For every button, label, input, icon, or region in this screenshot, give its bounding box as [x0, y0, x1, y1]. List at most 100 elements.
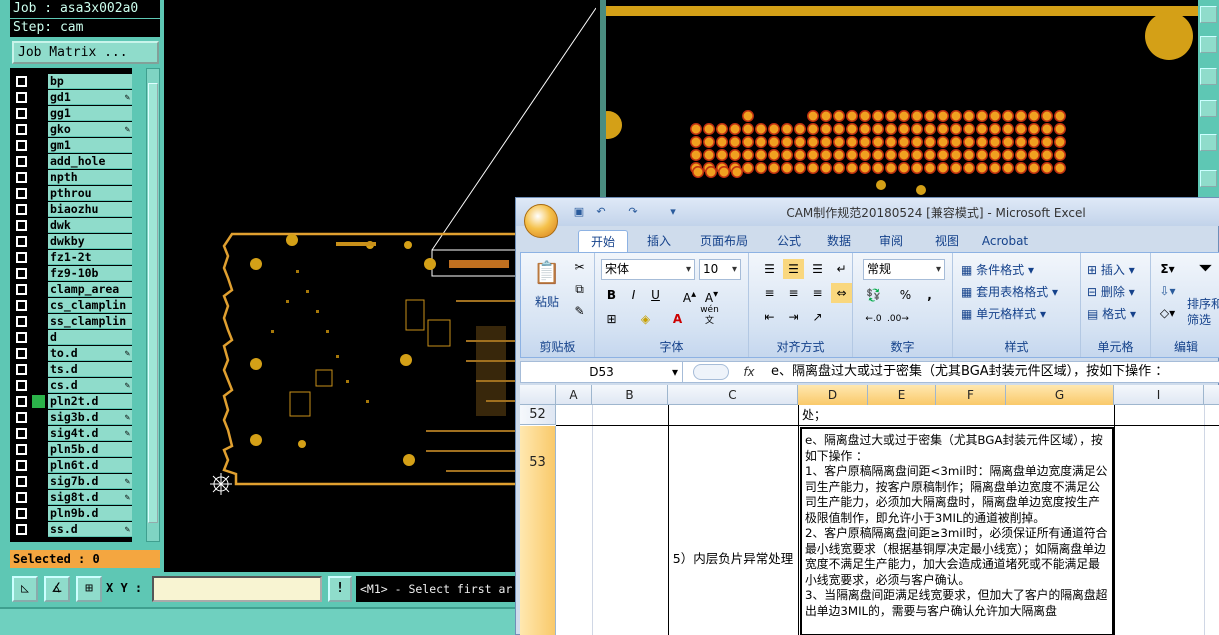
layer-list[interactable]: bp gd1 ✎ gg1 gko ✎ gm1 add_hole npth pthrou biaozh… [10, 68, 132, 542]
layer-checkbox[interactable] [16, 300, 27, 311]
layer-name[interactable]: pln6t.d [48, 458, 132, 473]
align-bottom-icon[interactable]: ☰ [807, 259, 828, 279]
column-header-C[interactable]: C [668, 385, 798, 405]
layer-row[interactable]: fz1-2t [10, 250, 132, 265]
layer-checkbox[interactable] [16, 188, 27, 199]
layer-name[interactable]: sig4t.d ✎ [48, 426, 132, 441]
layer-active-indicator[interactable] [32, 411, 45, 424]
layer-row[interactable]: ts.d [10, 362, 132, 377]
tool-button-3[interactable] [1200, 68, 1217, 85]
number-format-select[interactable]: 常规 [863, 259, 945, 280]
layer-name[interactable]: fz1-2t [48, 250, 132, 265]
layer-checkbox[interactable] [16, 284, 27, 295]
layer-checkbox[interactable] [16, 460, 27, 471]
layer-name[interactable]: ss.d ✎ [48, 522, 132, 537]
align-middle-icon[interactable]: ☰ [783, 259, 804, 279]
autosum-icon[interactable]: Σ▾ [1157, 259, 1178, 279]
layer-active-indicator[interactable] [32, 459, 45, 472]
layer-checkbox[interactable] [16, 76, 27, 87]
layer-checkbox[interactable] [16, 492, 27, 503]
redo-icon[interactable]: ↷ [626, 205, 640, 219]
name-box-dropdown-icon[interactable]: ▾ [672, 362, 678, 382]
layer-checkbox[interactable] [16, 476, 27, 487]
layer-active-indicator[interactable] [32, 235, 45, 248]
layer-active-indicator[interactable] [32, 395, 45, 408]
layer-active-indicator[interactable] [32, 139, 45, 152]
layer-row[interactable]: pln9b.d [10, 506, 132, 521]
column-header-D[interactable]: D [798, 385, 868, 405]
layer-name[interactable]: clamp_area [48, 282, 132, 297]
layer-name[interactable]: dwk [48, 218, 132, 233]
fill-color-icon[interactable]: ◈ [635, 309, 656, 329]
tool-button-2[interactable] [1200, 36, 1217, 53]
filter-label[interactable]: 筛选 [1187, 311, 1211, 328]
layer-name[interactable]: sig7b.d ✎ [48, 474, 132, 489]
layer-name[interactable]: sig8t.d ✎ [48, 490, 132, 505]
layer-name[interactable]: pln9b.d [48, 506, 132, 521]
layer-name[interactable]: cs_clamplin [48, 298, 132, 313]
layer-name[interactable]: sig3b.d ✎ [48, 410, 132, 425]
layer-name[interactable]: ts.d [48, 362, 132, 377]
decrease-indent-icon[interactable]: ⇤ [759, 307, 780, 327]
shrink-font-icon[interactable]: A▾ [701, 285, 722, 305]
layer-name[interactable]: dwkby [48, 234, 132, 249]
name-box[interactable]: D53 ▾ [521, 362, 683, 382]
xy-input[interactable] [152, 576, 322, 602]
layer-active-indicator[interactable] [32, 363, 45, 376]
select-all-corner[interactable] [520, 385, 556, 405]
format-as-table-button[interactable]: ▦ 套用表格格式 ▾ [961, 283, 1058, 300]
merge-icon[interactable]: ⇔ [831, 283, 852, 303]
insert-button[interactable]: ⊞ 插入 ▾ [1087, 261, 1135, 278]
layer-active-indicator[interactable] [32, 203, 45, 216]
undo-icon[interactable]: ↶ [594, 205, 608, 219]
clear-icon[interactable]: ◇▾ [1157, 303, 1178, 323]
align-left-icon[interactable]: ≡ [759, 283, 780, 303]
layer-name[interactable]: pthrou [48, 186, 132, 201]
layer-row[interactable]: cs.d ✎ [10, 378, 132, 393]
tool-button-4[interactable] [1200, 100, 1217, 117]
layer-checkbox[interactable] [16, 444, 27, 455]
increase-decimal-icon[interactable]: ←.0 [863, 309, 884, 329]
layer-checkbox[interactable] [16, 396, 27, 407]
layer-row[interactable]: fz9-10b [10, 266, 132, 281]
wrap-text-icon[interactable]: ↵ [831, 259, 852, 279]
save-icon[interactable]: ▣ [572, 205, 586, 219]
format-button[interactable]: ▤ 格式 ▾ [1087, 305, 1136, 322]
border-icon[interactable]: ⊞ [601, 309, 622, 329]
tab-2[interactable]: 页面布局 [686, 230, 762, 252]
insert-function-icon[interactable]: fx [737, 362, 761, 382]
sort-filter-icon[interactable]: ⏷ [1195, 259, 1216, 279]
qat-menu-icon[interactable]: ▾ [666, 205, 680, 219]
layer-checkbox[interactable] [16, 220, 27, 231]
column-header-E[interactable]: E [868, 385, 936, 405]
layer-checkbox[interactable] [16, 172, 27, 183]
layer-active-indicator[interactable] [32, 427, 45, 440]
fill-icon[interactable]: ⇩▾ [1157, 281, 1178, 301]
layer-row[interactable]: clamp_area [10, 282, 132, 297]
cell-D52[interactable]: 处； [802, 407, 1112, 425]
layer-name[interactable]: gm1 [48, 138, 132, 153]
bold-button[interactable]: B [601, 285, 622, 305]
layer-name[interactable]: add_hole [48, 154, 132, 169]
layer-checkbox[interactable] [16, 380, 27, 391]
layer-list-scrollbar[interactable] [146, 68, 160, 542]
layer-row[interactable]: dwkby [10, 234, 132, 249]
layer-row[interactable]: pln2t.d [10, 394, 132, 409]
layer-active-indicator[interactable] [32, 379, 45, 392]
layer-active-indicator[interactable] [32, 75, 45, 88]
cell-C53[interactable]: 5）内层负片异常处理 [670, 551, 796, 567]
layer-row[interactable]: sig8t.d ✎ [10, 490, 132, 505]
layer-active-indicator[interactable] [32, 315, 45, 328]
layer-row[interactable]: to.d ✎ [10, 346, 132, 361]
layer-active-indicator[interactable] [32, 155, 45, 168]
layer-checkbox[interactable] [16, 92, 27, 103]
layer-checkbox[interactable] [16, 348, 27, 359]
scrollbar-thumb[interactable] [148, 83, 158, 523]
tab-7[interactable]: Acrobat [976, 230, 1034, 252]
orientation-icon[interactable]: ↗ [807, 307, 828, 327]
font-size-select[interactable]: 10 [699, 259, 741, 280]
layer-row[interactable]: sig4t.d ✎ [10, 426, 132, 441]
layer-row[interactable]: pln5b.d [10, 442, 132, 457]
formula-expand-icon[interactable] [693, 364, 729, 380]
layer-name[interactable]: to.d ✎ [48, 346, 132, 361]
